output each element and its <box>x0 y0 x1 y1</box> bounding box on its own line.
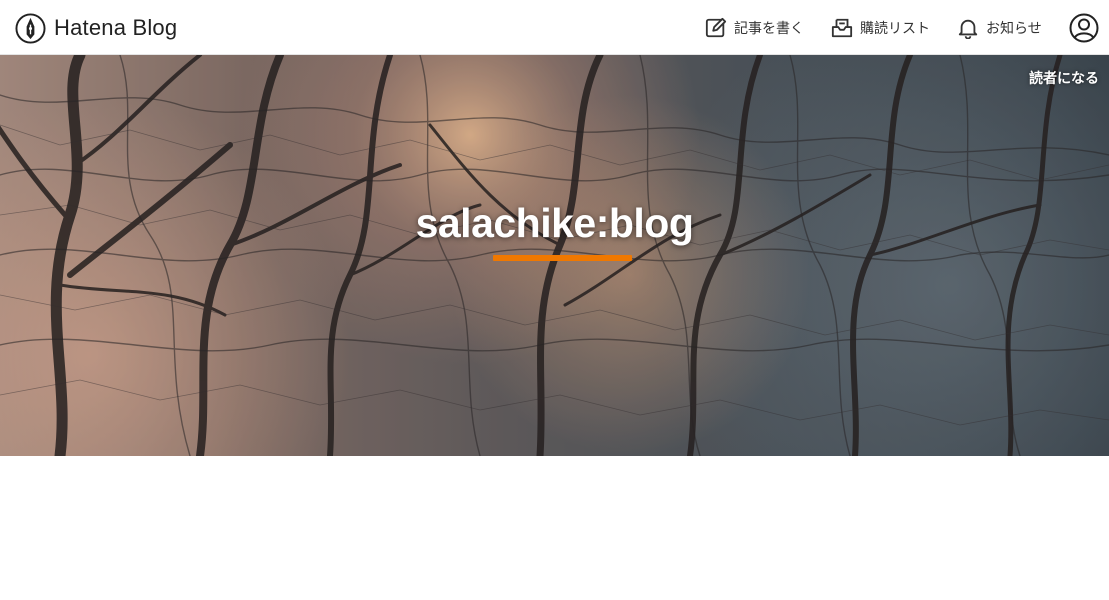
subscription-list-button[interactable]: 購読リスト <box>831 12 930 44</box>
brand-name: Hatena Blog <box>54 15 178 40</box>
edit-icon <box>705 17 727 38</box>
write-article-button[interactable]: 記事を書く <box>705 12 804 44</box>
main-content <box>0 456 1109 600</box>
blog-header: 読者になる salachike:blog <box>0 55 1109 456</box>
user-menu-button[interactable] <box>1069 13 1099 43</box>
hatena-pen-icon <box>15 12 46 44</box>
blog-title[interactable]: salachike:blog <box>0 200 1109 247</box>
notifications-label: お知らせ <box>986 21 1042 37</box>
user-icon <box>1069 13 1099 43</box>
write-article-label: 記事を書く <box>734 21 804 37</box>
subscribe-button[interactable]: 読者になる <box>1029 68 1099 88</box>
notifications-button[interactable]: お知らせ <box>957 12 1042 44</box>
top-bar: Hatena Blog 記事を書く 購読リスト お知らせ <box>0 0 1109 55</box>
hatena-blog-logo[interactable]: Hatena Blog <box>15 12 177 44</box>
subscription-list-label: 購読リスト <box>860 21 930 37</box>
bell-icon <box>958 19 978 39</box>
inbox-icon <box>831 18 853 38</box>
title-underline <box>493 255 632 261</box>
